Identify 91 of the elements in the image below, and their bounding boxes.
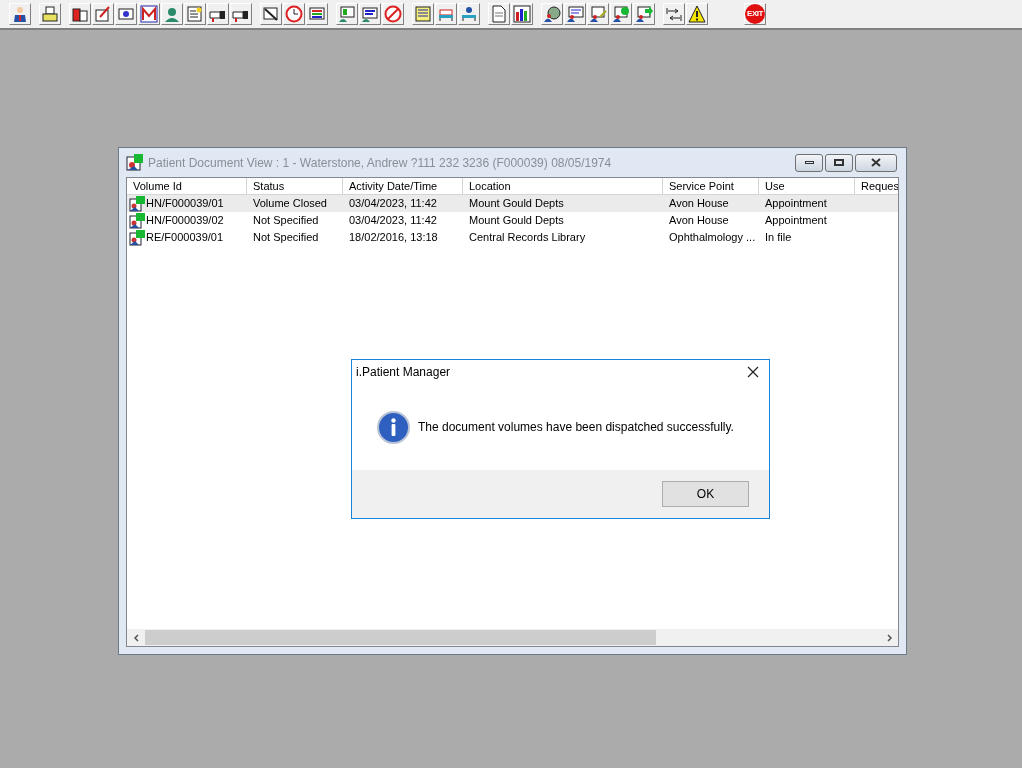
bar-chart-icon	[513, 5, 531, 23]
table-cell-text: 03/04/2023, 11:42	[349, 213, 437, 229]
column-header[interactable]: Reques	[855, 178, 898, 194]
table-cell-text: Ophthalmology ...	[669, 230, 756, 246]
clock-icon	[285, 5, 303, 23]
edit-icon	[94, 5, 112, 23]
table-cell-text: Appointment	[765, 213, 827, 229]
prohibited-button[interactable]	[382, 3, 404, 25]
table-cell-text: Central Records Library	[469, 230, 586, 246]
disc-button[interactable]	[541, 3, 563, 25]
table-cell-text: Avon House	[669, 213, 729, 229]
table-cell-text: Not Specified	[253, 213, 319, 229]
person-icon	[11, 5, 29, 23]
monitor-icon	[338, 5, 356, 23]
table-row[interactable]: HN/F000039/01 Volume Closed 03/04/2023, 11:42 Mount Gould Depts Avon House Appointment	[127, 195, 898, 212]
note-icon	[186, 5, 204, 23]
info-icon	[377, 410, 410, 444]
table-cell-text: Avon House	[669, 196, 729, 212]
table-cell-text: HN/F000039/02	[146, 213, 224, 229]
column-header[interactable]: Status	[247, 178, 343, 194]
bar-chart-button[interactable]	[511, 3, 533, 25]
swap-button[interactable]	[663, 3, 685, 25]
transfer-button[interactable]	[633, 3, 655, 25]
swap-icon	[665, 5, 683, 23]
record-button[interactable]	[610, 3, 632, 25]
person-button[interactable]	[9, 3, 31, 25]
chevron-right-icon	[886, 633, 893, 642]
column-header[interactable]: Volume Id	[127, 178, 247, 194]
table-cell-text: HN/F000039/01	[146, 196, 224, 212]
table-cell-text: Appointment	[765, 196, 827, 212]
form-icon	[566, 5, 584, 23]
doctor-button[interactable]	[161, 3, 183, 25]
column-header[interactable]: Location	[463, 178, 663, 194]
maximize-button[interactable]	[825, 153, 853, 172]
printer-icon	[41, 5, 59, 23]
clock-button[interactable]	[283, 3, 305, 25]
bed-button[interactable]	[435, 3, 457, 25]
edit-button[interactable]	[92, 3, 114, 25]
close-button[interactable]	[855, 153, 897, 172]
table-cell-text: Not Specified	[253, 230, 319, 246]
volume-icon	[129, 195, 145, 212]
disc-icon	[543, 5, 561, 23]
prohibited-icon	[384, 5, 402, 23]
book-icon	[71, 5, 89, 23]
monitor-button[interactable]	[336, 3, 358, 25]
card-icon	[117, 5, 135, 23]
document-icon	[490, 5, 508, 23]
minimize-button[interactable]	[795, 153, 823, 172]
doctor-icon	[163, 5, 181, 23]
column-header[interactable]: Use	[759, 178, 855, 194]
form-button[interactable]	[564, 3, 586, 25]
column-header[interactable]: Activity Date/Time	[343, 178, 463, 194]
scrollbar-thumb[interactable]	[145, 630, 656, 645]
printer-button[interactable]	[39, 3, 61, 25]
transfer-icon	[635, 5, 653, 23]
close-icon	[871, 158, 881, 167]
ok-button[interactable]: OK	[662, 481, 749, 507]
table-cell-text: RE/F000039/01	[146, 230, 224, 246]
book-button[interactable]	[69, 3, 91, 25]
table-cell-text: Volume Closed	[253, 196, 327, 212]
card-button[interactable]	[115, 3, 137, 25]
table-cell-text: Mount Gould Depts	[469, 196, 564, 212]
patient-record-icon	[126, 153, 144, 172]
dialog-title: i.Patient Manager	[356, 364, 452, 381]
column-header[interactable]: Service Point	[663, 178, 759, 194]
bed-icon	[460, 5, 478, 23]
document-button[interactable]	[488, 3, 510, 25]
warning-button[interactable]	[686, 3, 708, 25]
table-cell-text: In file	[765, 230, 792, 246]
volume-icon	[129, 229, 145, 246]
close-icon	[747, 366, 759, 378]
screen-button[interactable]	[306, 3, 328, 25]
volume-icon	[129, 212, 145, 229]
form-button[interactable]	[359, 3, 381, 25]
exit-button[interactable]: EXIT	[744, 3, 766, 25]
screen-icon	[308, 5, 326, 23]
signature-button[interactable]	[587, 3, 609, 25]
dialog-message: The document volumes have been dispatched successfully.	[418, 419, 734, 436]
table-cell-text: 18/02/2016, 13:18	[349, 230, 438, 246]
record-icon	[612, 5, 630, 23]
table-cell-text: 03/04/2023, 11:42	[349, 196, 437, 212]
bed-button[interactable]	[458, 3, 480, 25]
warning-icon	[688, 5, 706, 23]
notepad-icon	[414, 5, 432, 23]
signature-icon	[589, 5, 607, 23]
table-cell-text: Mount Gould Depts	[469, 213, 564, 229]
chevron-left-icon	[132, 633, 139, 642]
notepad-button[interactable]	[412, 3, 434, 25]
note-button[interactable]	[184, 3, 206, 25]
form-icon	[361, 5, 379, 23]
window-title: Patient Document View : 1 - Waterstone, Andrew ?111 232 3236 (F000039) 08/05/1974	[148, 154, 613, 172]
